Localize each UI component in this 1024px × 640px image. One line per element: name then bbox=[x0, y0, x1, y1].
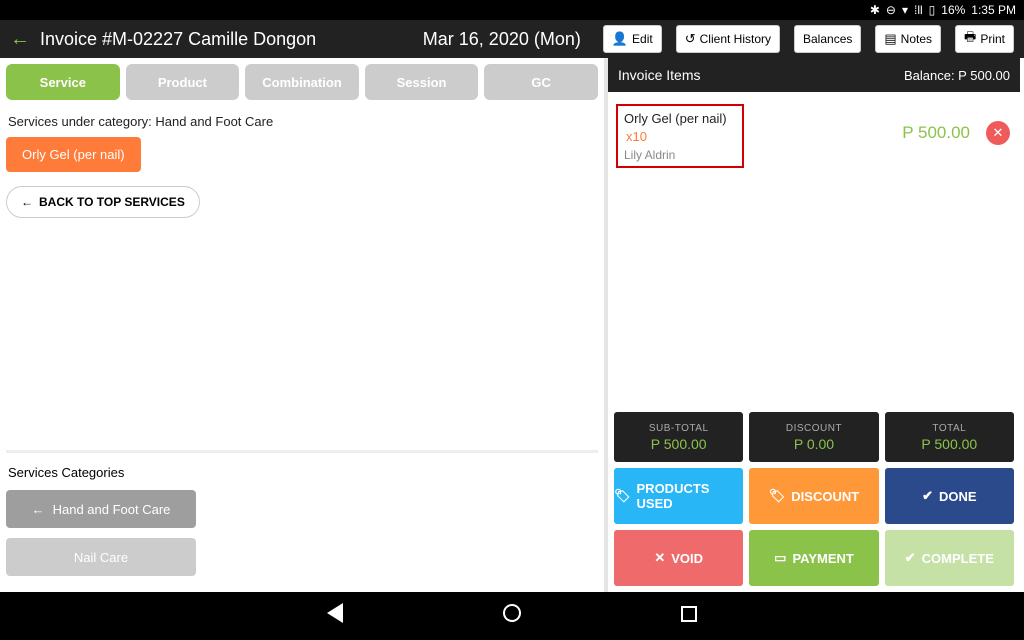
client-history-button[interactable]: ↺ Client History bbox=[676, 25, 780, 53]
tag-icon: 🏷 bbox=[769, 488, 786, 504]
discount-button[interactable]: 🏷 DISCOUNT bbox=[749, 468, 878, 524]
invoice-balance: Balance: P 500.00 bbox=[904, 68, 1010, 83]
tab-service[interactable]: Service bbox=[6, 64, 120, 100]
notes-icon: ▤ bbox=[884, 31, 896, 47]
tab-combination[interactable]: Combination bbox=[245, 64, 359, 100]
android-nav-bar bbox=[0, 592, 1024, 640]
void-button[interactable]: ✕ VOID bbox=[614, 530, 743, 586]
tab-session[interactable]: Session bbox=[365, 64, 479, 100]
payment-button[interactable]: ▭ PAYMENT bbox=[749, 530, 878, 586]
wifi-icon: ▾ bbox=[902, 3, 908, 17]
battery-percent: 16% bbox=[941, 3, 965, 17]
invoice-items-title: Invoice Items bbox=[618, 67, 700, 83]
nav-recent-button[interactable] bbox=[681, 605, 697, 628]
invoice-item-qty: x10 bbox=[626, 129, 647, 144]
services-categories-section: Services Categories ← Hand and Foot Care… bbox=[6, 450, 598, 586]
check-icon: ✔ bbox=[905, 550, 916, 566]
triangle-back-icon bbox=[327, 603, 343, 623]
print-button[interactable]: 🖶 Print bbox=[955, 25, 1014, 53]
signal-icon: ⁞ll bbox=[914, 3, 923, 17]
square-recent-icon bbox=[681, 606, 697, 622]
person-icon: 👤 bbox=[612, 31, 628, 47]
invoice-item-name: Orly Gel (per nail) bbox=[624, 111, 727, 126]
invoice-item-staff: Lily Aldrin bbox=[624, 148, 736, 162]
complete-label: COMPLETE bbox=[922, 551, 994, 566]
battery-icon: ▯ bbox=[929, 3, 936, 17]
delete-item-button[interactable]: ✕ bbox=[986, 121, 1010, 145]
invoice-item-row[interactable]: Orly Gel (per nail) x10 Lily Aldrin P 50… bbox=[608, 92, 1020, 174]
discount-label: DISCOUNT bbox=[786, 423, 842, 434]
total-box: TOTAL P 500.00 bbox=[885, 412, 1014, 462]
services-under-label: Services under category: Hand and Foot C… bbox=[8, 114, 598, 129]
category-hand-foot-care[interactable]: ← Hand and Foot Care bbox=[6, 490, 196, 528]
right-panel: Invoice Items Balance: P 500.00 Orly Gel… bbox=[608, 58, 1020, 592]
products-used-button[interactable]: 🏷 PRODUCTS USED bbox=[614, 468, 743, 524]
invoice-items-header: Invoice Items Balance: P 500.00 bbox=[608, 58, 1020, 92]
bluetooth-icon: ✱ bbox=[870, 3, 880, 17]
invoice-item-price: P 500.00 bbox=[902, 123, 970, 143]
tab-gc[interactable]: GC bbox=[484, 64, 598, 100]
back-to-top-services-button[interactable]: ← BACK TO TOP SERVICES bbox=[6, 186, 200, 218]
discount-box: DISCOUNT P 0.00 bbox=[749, 412, 878, 462]
void-label: VOID bbox=[671, 551, 703, 566]
edit-label: Edit bbox=[632, 32, 653, 46]
subtotal-label: SUB-TOTAL bbox=[649, 423, 709, 434]
circle-home-icon bbox=[503, 604, 521, 622]
products-used-label: PRODUCTS USED bbox=[637, 481, 744, 511]
history-icon: ↺ bbox=[685, 31, 696, 47]
total-value: P 500.00 bbox=[921, 436, 977, 452]
client-history-label: Client History bbox=[700, 32, 771, 46]
notes-label: Notes bbox=[901, 32, 932, 46]
notes-button[interactable]: ▤ Notes bbox=[875, 25, 941, 53]
main-content: Service Product Combination Session GC S… bbox=[0, 58, 1024, 592]
arrow-left-icon: ← bbox=[32, 502, 45, 517]
page-title: Invoice #M-02227 Camille Dongon bbox=[40, 29, 316, 50]
discount-value: P 0.00 bbox=[794, 436, 834, 452]
invoice-item-highlight: Orly Gel (per nail) x10 Lily Aldrin bbox=[616, 104, 744, 168]
subtotal-value: P 500.00 bbox=[651, 436, 707, 452]
balances-label: Balances bbox=[803, 32, 852, 46]
left-panel: Service Product Combination Session GC S… bbox=[0, 58, 608, 592]
invoice-date: Mar 16, 2020 (Mon) bbox=[423, 29, 581, 50]
category-tabs: Service Product Combination Session GC bbox=[6, 64, 598, 100]
tab-product[interactable]: Product bbox=[126, 64, 240, 100]
complete-button[interactable]: ✔ COMPLETE bbox=[885, 530, 1014, 586]
balances-button[interactable]: Balances bbox=[794, 25, 861, 53]
cash-icon: ▭ bbox=[774, 550, 786, 566]
done-label: DONE bbox=[939, 489, 977, 504]
close-icon: ✕ bbox=[654, 550, 665, 566]
dnd-icon: ⊖ bbox=[886, 3, 896, 17]
arrow-left-icon: ← bbox=[21, 195, 33, 209]
totals-row: SUB-TOTAL P 500.00 DISCOUNT P 0.00 TOTAL… bbox=[608, 406, 1020, 468]
back-to-top-label: BACK TO TOP SERVICES bbox=[39, 195, 185, 209]
edit-button[interactable]: 👤 Edit bbox=[603, 25, 662, 53]
action-buttons: 🏷 PRODUCTS USED 🏷 DISCOUNT ✔ DONE ✕ VOID ▭ PA… bbox=[608, 468, 1020, 592]
tag-icon: 🏷 bbox=[614, 488, 631, 504]
service-orly-gel[interactable]: Orly Gel (per nail) bbox=[6, 137, 141, 172]
print-label: Print bbox=[980, 32, 1005, 46]
android-status-bar: ✱ ⊖ ▾ ⁞ll ▯ 16% 1:35 PM bbox=[0, 0, 1024, 20]
check-icon: ✔ bbox=[922, 488, 933, 504]
back-arrow-icon[interactable]: ← bbox=[10, 28, 30, 51]
clock: 1:35 PM bbox=[971, 3, 1016, 17]
payment-label: PAYMENT bbox=[792, 551, 853, 566]
nav-back-button[interactable] bbox=[327, 603, 343, 629]
category-nail-care[interactable]: Nail Care bbox=[6, 538, 196, 576]
app-header: ← Invoice #M-02227 Camille Dongon Mar 16… bbox=[0, 20, 1024, 58]
done-button[interactable]: ✔ DONE bbox=[885, 468, 1014, 524]
subtotal-box: SUB-TOTAL P 500.00 bbox=[614, 412, 743, 462]
category-hand-label: Hand and Foot Care bbox=[53, 502, 171, 517]
total-label: TOTAL bbox=[932, 423, 966, 434]
services-categories-label: Services Categories bbox=[8, 465, 598, 480]
nav-home-button[interactable] bbox=[503, 604, 521, 628]
discount-btn-label: DISCOUNT bbox=[791, 489, 859, 504]
print-icon: 🖶 bbox=[964, 28, 976, 50]
